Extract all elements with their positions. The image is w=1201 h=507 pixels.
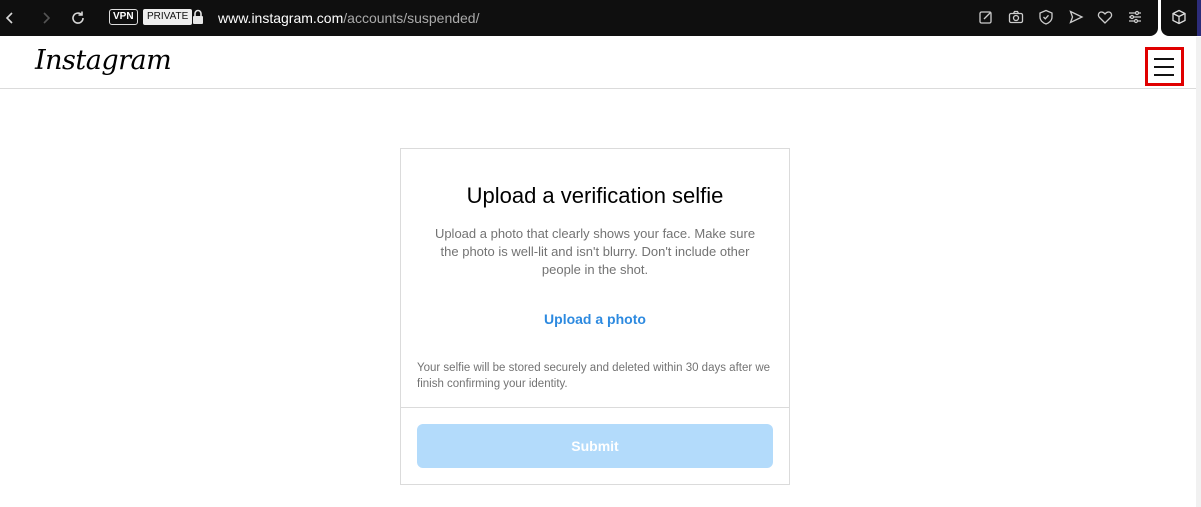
hamburger-menu-icon: [1152, 55, 1176, 79]
shield-icon[interactable]: [1038, 9, 1056, 27]
card-title: Upload a verification selfie: [466, 183, 724, 208]
private-badge: PRIVATE: [143, 9, 193, 25]
url-path: /accounts/suspended/: [343, 10, 480, 26]
scrollbar[interactable]: [1196, 37, 1201, 507]
forward-arrow-icon[interactable]: [36, 8, 56, 28]
settings-sliders-icon[interactable]: [1127, 9, 1145, 27]
extension-button[interactable]: [1161, 0, 1201, 36]
vpn-badge[interactable]: VPN: [109, 9, 138, 25]
send-icon[interactable]: [1068, 9, 1086, 27]
heart-icon[interactable]: [1097, 9, 1115, 27]
back-arrow-icon[interactable]: [0, 8, 20, 28]
cube-icon: [1171, 9, 1189, 27]
camera-icon[interactable]: [1008, 9, 1026, 27]
menu-button[interactable]: [1145, 47, 1184, 86]
reload-icon[interactable]: [68, 8, 88, 28]
card-divider: [401, 407, 789, 408]
instagram-header: Instagram: [0, 37, 1201, 89]
lock-icon[interactable]: [192, 9, 204, 25]
upload-photo-link[interactable]: Upload a photo: [401, 311, 789, 327]
verification-card: Upload a verification selfie Upload a ph…: [400, 148, 790, 485]
card-description: Upload a photo that clearly shows your f…: [434, 226, 756, 277]
submit-button[interactable]: Submit: [417, 424, 773, 468]
browser-toolbar: VPN PRIVATE www.instagram.com/accounts/s…: [0, 0, 1158, 36]
storage-note: Your selfie will be stored securely and …: [417, 362, 771, 390]
address-bar[interactable]: www.instagram.com/accounts/suspended/: [218, 9, 479, 27]
edit-icon[interactable]: [978, 9, 996, 27]
instagram-logo[interactable]: Instagram: [35, 45, 172, 76]
url-host: www.instagram.com: [218, 10, 344, 26]
